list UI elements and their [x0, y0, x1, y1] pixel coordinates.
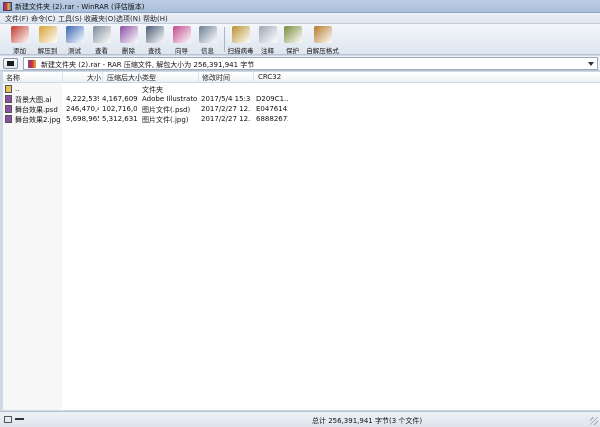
test-icon	[66, 26, 84, 43]
protect-button-label: 保护	[286, 47, 299, 55]
add-books-icon	[11, 26, 29, 43]
parent-folder-icon	[5, 85, 12, 93]
column-divider[interactable]	[102, 72, 103, 83]
ai-file-icon	[5, 95, 12, 103]
status-bar: 总计 256,391,941 字节(3 个文件)	[0, 411, 600, 427]
info-icon	[199, 26, 217, 43]
column-header-size[interactable]: 大小	[87, 73, 101, 83]
psd-file-icon	[5, 105, 12, 113]
menu-options[interactable]: 选项(N)	[116, 14, 141, 24]
chevron-down-icon[interactable]	[588, 62, 594, 66]
find-button[interactable]: 查找	[141, 25, 168, 55]
column-divider[interactable]	[253, 72, 254, 83]
row-type: 图片文件(.jpg)	[142, 116, 189, 124]
menu-help[interactable]: 帮助(H)	[143, 14, 168, 24]
toolbar: 添加 解压到 测试 查看 删除 查找 向导 信息 扫描病毒 注释 保护 自解压格…	[0, 24, 600, 55]
protect-button[interactable]: 保护	[279, 25, 306, 55]
view-button[interactable]: 查看	[88, 25, 115, 55]
table-row[interactable]: 舞台效果.psd 246,470,4... 102,716,0... 图片文件(…	[3, 104, 600, 114]
row-packed: 102,716,0...	[102, 105, 137, 113]
column-header-type[interactable]: 类型	[142, 73, 156, 83]
add-button[interactable]: 添加	[6, 25, 33, 55]
test-button[interactable]: 测试	[61, 25, 88, 55]
winrar-app-icon[interactable]	[3, 2, 12, 11]
archive-icon	[28, 60, 36, 68]
resize-grip-icon[interactable]	[590, 417, 598, 425]
table-row[interactable]: 舞台效果2.jpg 5,698,965 5,312,631 图片文件(.jpg)…	[3, 114, 600, 124]
row-modified: 2017/2/27 12...	[201, 105, 251, 113]
extract-folder-icon	[39, 26, 57, 43]
address-bar: 新建文件夹 (2).rar - RAR 压缩文件, 解包大小为 256,391,…	[0, 56, 600, 71]
table-row-parent[interactable]: .. 文件夹	[3, 84, 600, 94]
sfx-button[interactable]: 自解压格式	[306, 25, 339, 55]
column-divider[interactable]	[139, 72, 140, 83]
menu-bar: 文件(F) 命令(C) 工具(S) 收藏夹(O) 选项(N) 帮助(H)	[0, 13, 600, 24]
path-field[interactable]: 新建文件夹 (2).rar - RAR 压缩文件, 解包大小为 256,391,…	[23, 57, 598, 70]
menu-tools[interactable]: 工具(S)	[58, 14, 82, 24]
row-size: 5,698,965	[66, 115, 99, 123]
find-binoculars-icon	[146, 26, 164, 43]
virus-scan-button[interactable]: 扫描病毒	[227, 25, 254, 55]
row-crc: 68882672	[256, 115, 288, 123]
row-name: ..	[15, 85, 20, 93]
column-header-modified[interactable]: 修改时间	[202, 73, 230, 83]
sfx-icon	[314, 26, 332, 43]
row-type: Adobe Illustrator...	[142, 95, 197, 103]
menu-file[interactable]: 文件(F)	[5, 14, 29, 24]
protect-shield-icon	[284, 26, 302, 43]
row-packed: 4,167,609	[102, 95, 137, 103]
info-button-label: 信息	[201, 47, 214, 55]
status-total: 总计 256,391,941 字节(3 个文件)	[312, 417, 423, 425]
row-modified: 2017/5/4 15:38	[201, 95, 251, 103]
column-divider[interactable]	[62, 72, 63, 83]
row-crc: E0476143	[256, 105, 288, 113]
file-list-header: 名称 大小 压缩后大小 类型 修改时间 CRC32	[3, 72, 600, 83]
file-list[interactable]: 名称 大小 压缩后大小 类型 修改时间 CRC32 .. 文件夹 背景大图.ai…	[3, 72, 600, 410]
delete-icon	[120, 26, 138, 43]
view-glasses-icon	[93, 26, 111, 43]
up-one-level-button[interactable]	[3, 58, 18, 69]
info-button[interactable]: 信息	[194, 25, 221, 55]
menu-commands[interactable]: 命令(C)	[31, 14, 55, 24]
key-icon[interactable]	[15, 418, 24, 420]
comment-icon	[259, 26, 277, 43]
row-size: 246,470,4...	[66, 105, 99, 113]
path-text: 新建文件夹 (2).rar - RAR 压缩文件, 解包大小为 256,391,…	[41, 61, 255, 69]
extract-to-button[interactable]: 解压到	[34, 25, 61, 55]
row-packed: 5,312,631	[102, 115, 137, 123]
row-modified: 2017/2/27 12...	[201, 115, 251, 123]
row-size: 4,222,539	[66, 95, 99, 103]
wizard-icon	[173, 26, 191, 43]
row-crc: D209C1...	[256, 95, 288, 103]
column-header-name[interactable]: 名称	[6, 73, 20, 83]
column-header-packed[interactable]: 压缩后大小	[107, 73, 142, 83]
column-header-crc32[interactable]: CRC32	[258, 73, 281, 81]
sfx-button-label: 自解压格式	[306, 47, 339, 55]
jpg-file-icon	[5, 115, 12, 123]
up-arrow-icon	[7, 61, 14, 66]
drive-icon[interactable]	[4, 416, 12, 423]
table-row[interactable]: 背景大图.ai 4,222,539 4,167,609 Adobe Illust…	[3, 94, 600, 104]
title-bar: 新建文件夹 (2).rar - WinRAR (评估版本)	[0, 0, 600, 13]
window-title: 新建文件夹 (2).rar - WinRAR (评估版本)	[15, 3, 145, 11]
menu-favorites[interactable]: 收藏夹(O)	[84, 14, 116, 24]
virus-scan-icon	[232, 26, 250, 43]
column-divider[interactable]	[198, 72, 199, 83]
row-name: 舞台效果2.jpg	[15, 116, 61, 124]
